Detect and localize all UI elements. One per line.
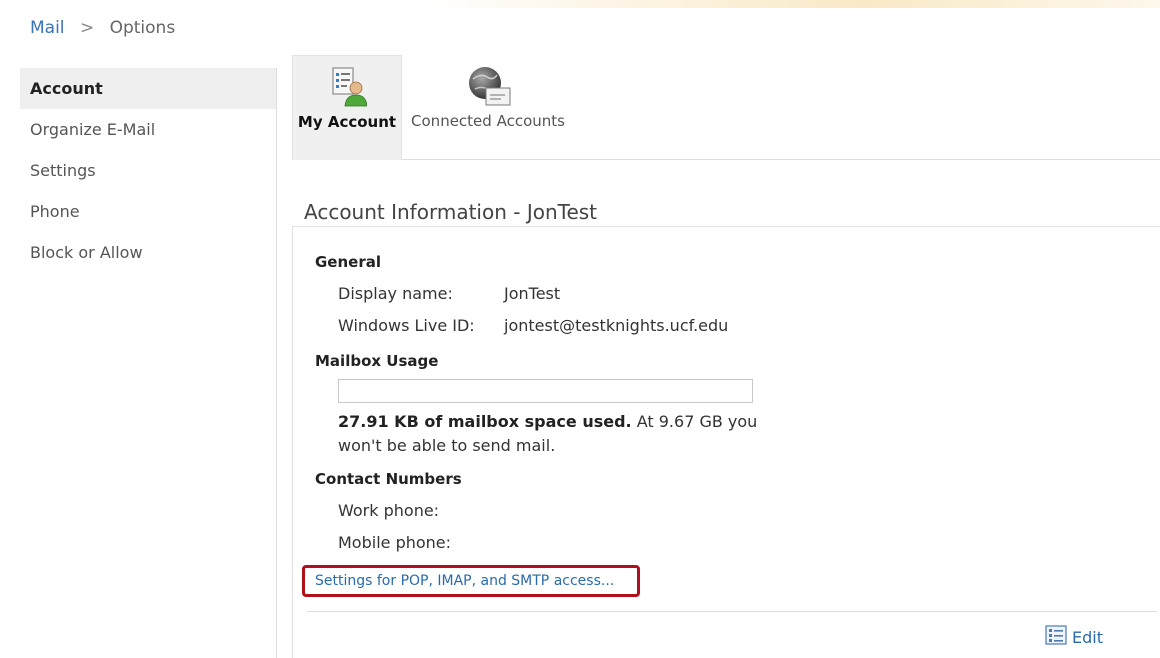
tab-connected-accounts[interactable]: Connected Accounts [402,55,574,160]
display-name-label: Display name: [338,284,453,303]
globe-envelope-icon [467,65,513,113]
sidebar-item-phone[interactable]: Phone [20,191,276,232]
sidebar-item-settings[interactable]: Settings [20,150,276,191]
account-card-icon [329,66,368,112]
panel-divider [307,611,1157,612]
tabs-divider [402,159,1160,160]
tab-connected-accounts-label: Connected Accounts [411,112,565,130]
edit-button-label: Edit [1072,627,1103,647]
breadcrumb-mail-link[interactable]: Mail [30,18,65,38]
top-accent-glow [420,0,1160,8]
page-title: Account Information - JonTest [304,200,598,224]
mailbox-usage-bar [338,379,753,403]
windows-live-id-value: jontest@testknights.ucf.edu [504,316,729,335]
mailbox-usage-heading: Mailbox Usage [315,352,439,370]
list-edit-icon [1045,625,1067,649]
mailbox-usage-text: 27.91 KB of mailbox space used. At 9.67 … [338,410,758,458]
pop-imap-smtp-settings-link[interactable]: Settings for POP, IMAP, and SMTP access.… [302,565,640,597]
breadcrumb-separator: > [79,18,95,38]
general-heading: General [315,253,381,271]
contact-numbers-heading: Contact Numbers [315,470,462,488]
mailbox-used-amount: 27.91 KB of mailbox space used. [338,412,632,431]
breadcrumb: Mail > Options [30,18,175,38]
display-name-value: JonTest [504,284,561,303]
windows-live-id-label: Windows Live ID: [338,316,475,335]
tab-my-account-label: My Account [297,113,397,131]
breadcrumb-current: Options [109,18,176,38]
work-phone-label: Work phone: [338,501,440,520]
sidebar-item-block-or-allow[interactable]: Block or Allow [20,232,276,273]
sidebar-item-organize-email[interactable]: Organize E-Mail [20,109,276,150]
options-sidebar: Account Organize E-Mail Settings Phone B… [20,68,277,658]
mobile-phone-label: Mobile phone: [338,533,452,552]
tab-my-account[interactable]: My Account [292,55,402,160]
sidebar-item-account[interactable]: Account [20,68,276,109]
edit-button[interactable]: Edit [1045,625,1103,649]
account-info-panel: General Display name: JonTest Windows Li… [292,226,1160,658]
